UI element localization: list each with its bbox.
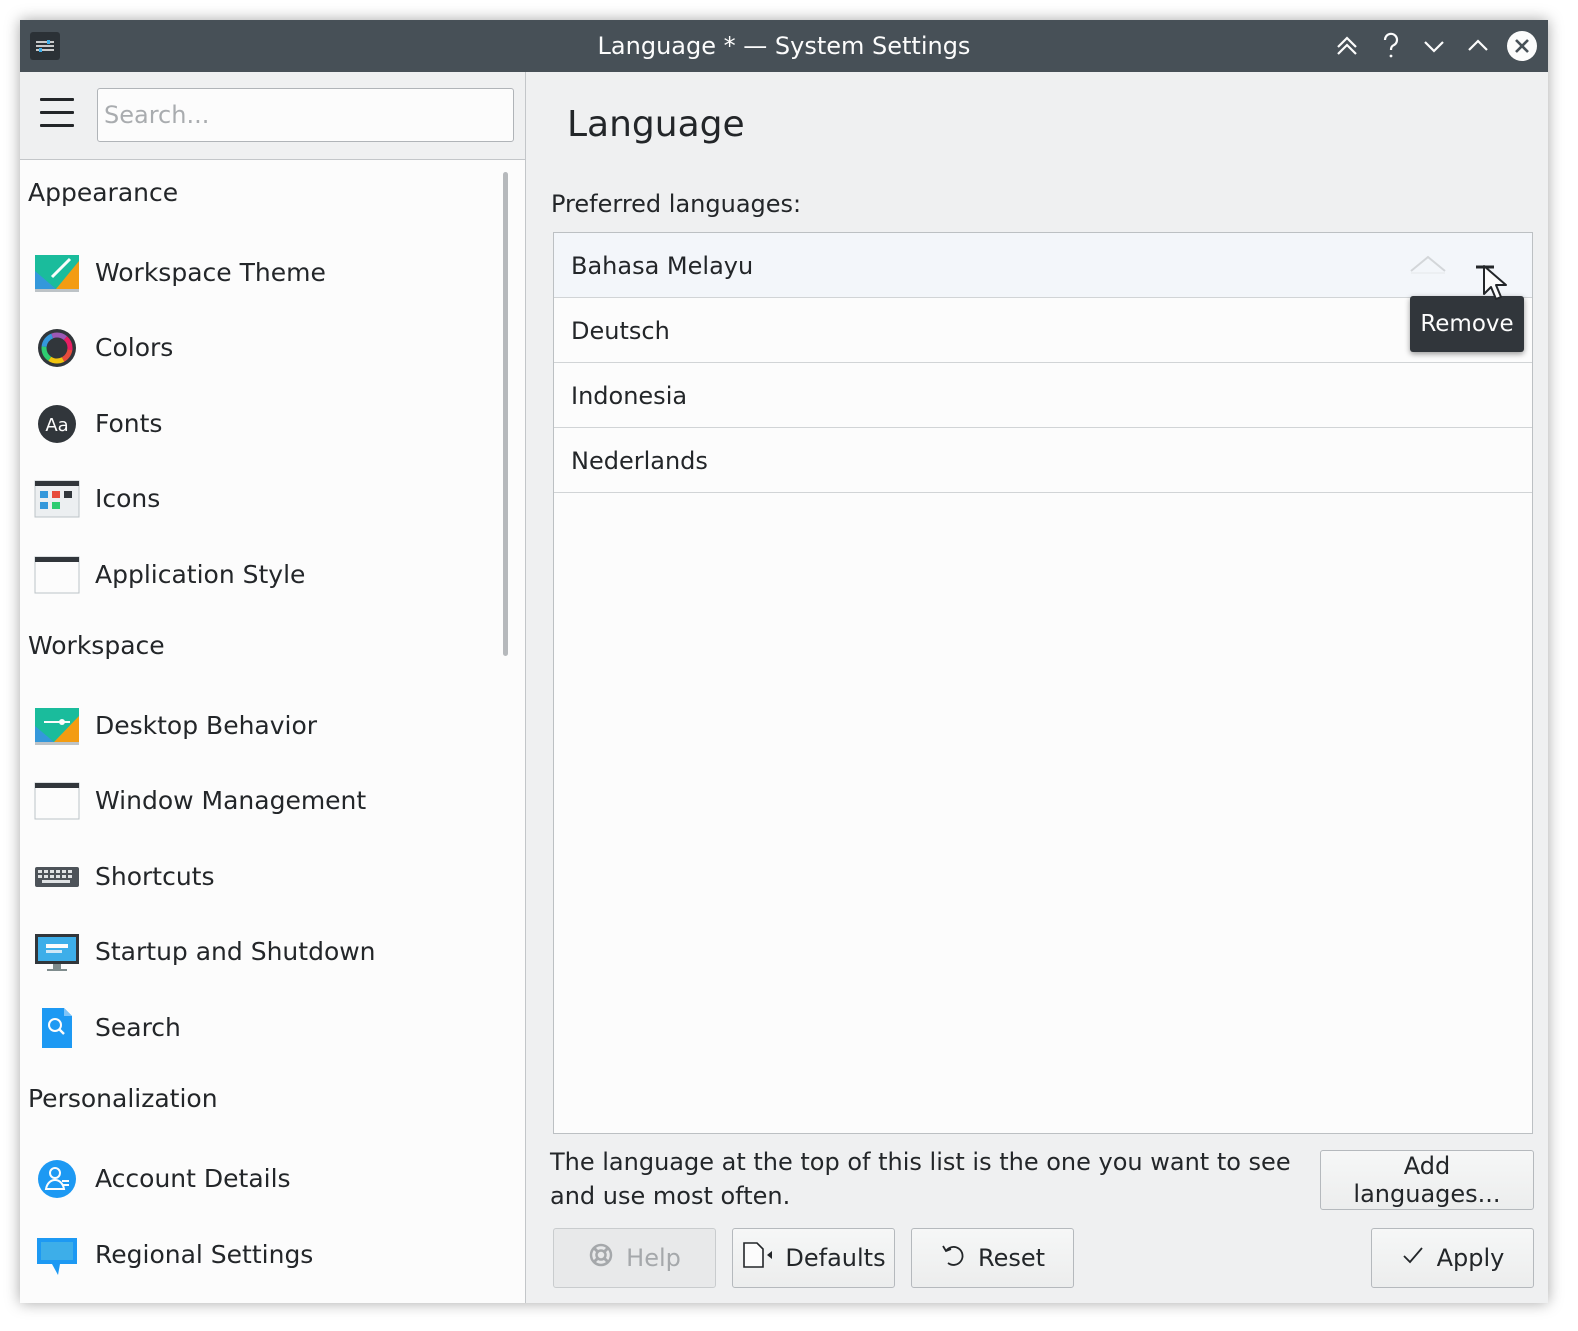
system-settings-window: Language * — System Settings Appearance <box>20 20 1548 1303</box>
sidebar-item-startup-and-shutdown[interactable]: Startup and Shutdown <box>20 917 500 987</box>
language-row-bahasa-melayu[interactable]: Bahasa Melayu <box>554 233 1532 298</box>
category-header-personalization: Personalization <box>28 1084 218 1113</box>
sidebar-item-label: Regional Settings <box>95 1240 314 1269</box>
sidebar-item-search[interactable]: Search <box>20 993 500 1063</box>
defaults-button[interactable]: Defaults <box>732 1228 895 1288</box>
window-management-icon <box>34 779 80 823</box>
sidebar-item-label: Shortcuts <box>95 862 215 891</box>
sidebar: Appearance Workspace Theme <box>20 72 526 1303</box>
sidebar-item-window-management[interactable]: Window Management <box>20 766 500 836</box>
sidebar-item-account-details[interactable]: Account Details <box>20 1144 500 1214</box>
move-up-icon[interactable] <box>1409 251 1447 279</box>
preferred-languages-label: Preferred languages: <box>551 190 802 218</box>
page-title: Language <box>567 104 745 145</box>
colors-icon <box>34 326 80 370</box>
window-title: Language * — System Settings <box>597 32 971 60</box>
language-name: Indonesia <box>571 382 688 410</box>
sidebar-item-desktop-behavior[interactable]: Desktop Behavior <box>20 691 500 761</box>
sidebar-item-label: Workspace Theme <box>95 258 326 287</box>
category-header-workspace: Workspace <box>28 631 165 660</box>
icons-icon <box>34 477 80 521</box>
sidebar-item-label: Colors <box>95 333 174 362</box>
apply-button-label: Apply <box>1436 1244 1505 1272</box>
sidebar-item-label: Desktop Behavior <box>95 711 318 740</box>
desktop-behavior-icon <box>34 704 80 748</box>
flag-icon <box>34 1233 80 1277</box>
preferred-languages-list[interactable]: Bahasa Melayu Deutsch Indonesia Nederlan… <box>553 232 1533 1134</box>
search-input[interactable] <box>97 88 514 142</box>
help-button-label: Help <box>626 1244 681 1272</box>
hamburger-menu-icon[interactable] <box>40 98 74 130</box>
help-icon[interactable] <box>1375 30 1407 62</box>
apply-button[interactable]: Apply <box>1371 1228 1534 1288</box>
language-row-indonesia[interactable]: Indonesia <box>554 363 1532 428</box>
language-name: Deutsch <box>571 317 670 345</box>
defaults-button-label: Defaults <box>785 1244 886 1272</box>
svg-text:Aa: Aa <box>45 415 68 436</box>
workspace-theme-icon <box>34 251 80 295</box>
sidebar-item-label: Window Management <box>95 786 367 815</box>
close-icon[interactable] <box>1507 31 1537 61</box>
language-name: Nederlands <box>571 447 708 475</box>
sidebar-toolbar <box>20 72 525 160</box>
sidebar-item-label: Startup and Shutdown <box>95 937 376 966</box>
add-languages-label: Add languages... <box>1353 1152 1501 1208</box>
fonts-icon: Aa <box>34 402 80 446</box>
add-languages-button[interactable]: Add languages... <box>1320 1150 1534 1210</box>
sidebar-item-shortcuts[interactable]: Shortcuts <box>20 842 500 912</box>
sidebar-item-icons[interactable]: Icons <box>20 464 500 534</box>
help-lifebuoy-icon <box>588 1242 614 1274</box>
document-revert-icon <box>741 1241 773 1275</box>
search-icon <box>34 1006 80 1050</box>
sidebar-scrollbar[interactable] <box>503 172 508 656</box>
mouse-cursor-icon <box>1481 264 1511 306</box>
undo-icon <box>940 1242 966 1274</box>
sidebar-item-regional-settings[interactable]: Regional Settings <box>20 1220 500 1290</box>
language-row-nederlands[interactable]: Nederlands <box>554 428 1532 493</box>
sidebar-item-application-style[interactable]: Application Style <box>20 540 500 610</box>
main-panel: Language Preferred languages: Bahasa Mel… <box>526 72 1548 1303</box>
reset-button[interactable]: Reset <box>911 1228 1074 1288</box>
keyboard-icon <box>34 855 80 899</box>
language-row-deutsch[interactable]: Deutsch <box>554 298 1532 363</box>
sidebar-item-fonts[interactable]: Aa Fonts <box>20 389 500 459</box>
sidebar-item-label: Account Details <box>95 1164 291 1193</box>
language-name: Bahasa Melayu <box>571 252 754 280</box>
monitor-icon <box>34 930 80 974</box>
title-bar[interactable]: Language * — System Settings <box>20 20 1548 72</box>
sidebar-item-workspace-theme[interactable]: Workspace Theme <box>20 238 500 308</box>
sidebar-item-colors[interactable]: Colors <box>20 313 500 383</box>
checkmark-icon <box>1401 1244 1425 1272</box>
sidebar-item-label: Icons <box>95 484 161 513</box>
sidebar-item-label: Application Style <box>95 560 306 589</box>
category-header-appearance: Appearance <box>28 178 179 207</box>
language-hint-text: The language at the top of this list is … <box>550 1148 1291 1210</box>
sidebar-item-label: Fonts <box>95 409 163 438</box>
help-button[interactable]: Help <box>553 1228 716 1288</box>
reset-button-label: Reset <box>977 1244 1046 1272</box>
sidebar-item-label: Search <box>95 1013 181 1042</box>
minimize-icon[interactable] <box>1418 30 1450 62</box>
user-icon <box>34 1157 80 1201</box>
keep-above-icon[interactable] <box>1331 30 1363 62</box>
maximize-icon[interactable] <box>1462 30 1494 62</box>
application-style-icon <box>34 553 80 597</box>
